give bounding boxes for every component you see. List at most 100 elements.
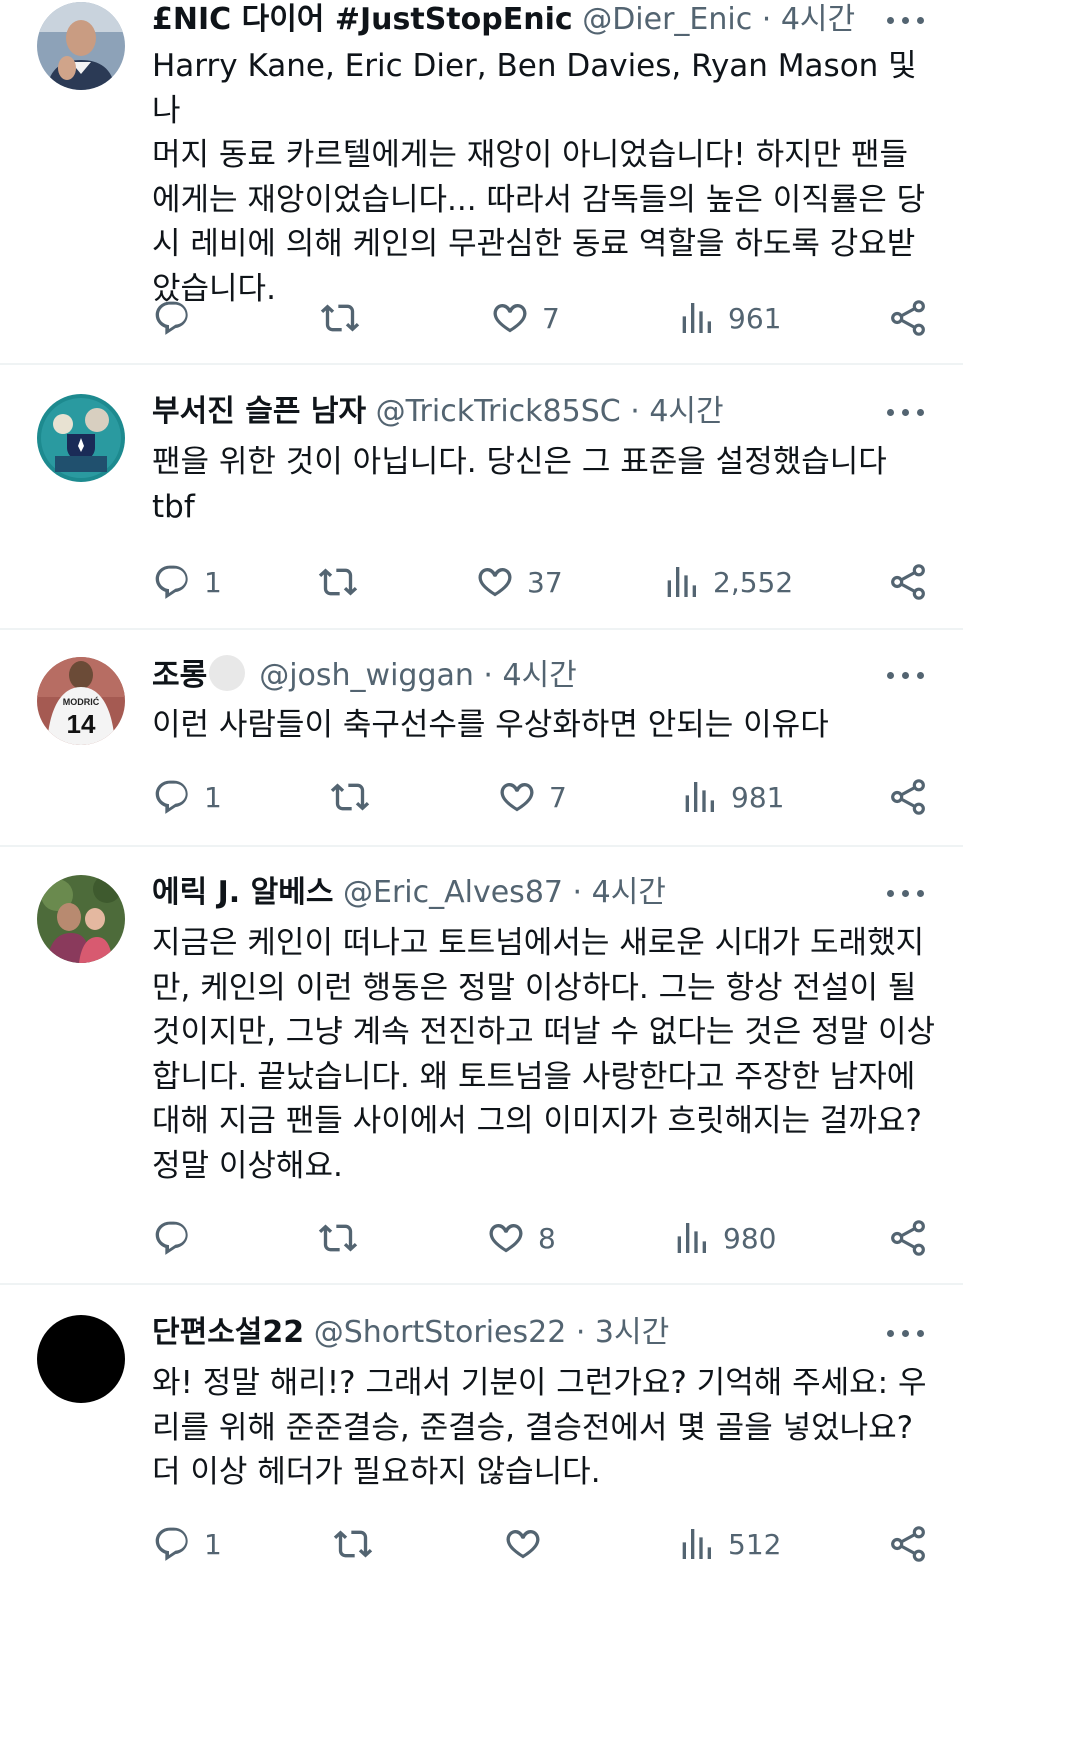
tweet-text: 와! 정말 해리!? 그래서 기분이 그런가요? 기억해 주세요: 우 리를 위… <box>152 1365 927 1490</box>
likes-count: 7 <box>542 301 560 335</box>
avatar[interactable]: MODRIĆ 14 <box>37 657 125 745</box>
retweet-button[interactable] <box>318 1213 370 1263</box>
retweet-icon <box>320 298 360 338</box>
display-name[interactable]: 단편소설22 <box>152 1315 304 1350</box>
separator-dot: · <box>473 658 503 693</box>
user-handle[interactable]: @josh_wiggan <box>259 658 474 693</box>
retweet-icon <box>330 777 370 817</box>
timestamp[interactable]: 4시간 <box>592 875 666 910</box>
views-button[interactable]: 980 <box>671 1213 776 1263</box>
views-icon <box>661 562 701 602</box>
share-icon <box>888 1218 928 1258</box>
reply-button[interactable]: 1 <box>152 557 222 607</box>
timestamp[interactable]: 4시간 <box>649 394 723 429</box>
tweet[interactable]: 에릭 J. 알베스 @Eric_Alves87 · 4시간지금은 케인이 떠나고… <box>0 873 963 1285</box>
avatar[interactable] <box>37 394 125 482</box>
svg-text:14: 14 <box>67 709 96 739</box>
tweet-header: 조롱 @josh_wiggan · 4시간 <box>152 655 923 695</box>
divider <box>0 628 963 630</box>
avatar[interactable] <box>37 875 125 963</box>
divider <box>0 845 963 847</box>
views-count: 2,552 <box>713 565 794 599</box>
reply-button[interactable]: 1 <box>152 772 222 822</box>
views-button[interactable]: 961 <box>676 293 781 343</box>
more-icon[interactable] <box>887 13 925 27</box>
display-name[interactable]: 에릭 J. 알베스 <box>152 875 333 910</box>
retweet-button[interactable] <box>330 772 382 822</box>
timestamp[interactable]: 4시간 <box>781 2 855 37</box>
reply-icon <box>152 298 192 338</box>
reply-button[interactable] <box>152 1213 204 1263</box>
badge-icon <box>209 655 246 691</box>
reply-button[interactable]: 1 <box>152 1519 222 1569</box>
user-handle[interactable]: @TrickTrick85SC <box>376 394 621 429</box>
tweet[interactable]: £NIC 다이어 #JustStopEnic @Dier_Enic · 4시간 H… <box>0 0 963 365</box>
views-icon <box>676 1524 716 1564</box>
views-button[interactable]: 981 <box>679 772 784 822</box>
share-button[interactable] <box>888 1213 928 1263</box>
tweet-header: £NIC 다이어 #JustStopEnic @Dier_Enic · 4시간 <box>152 0 923 40</box>
user-handle[interactable]: @Dier_Enic <box>582 2 752 37</box>
heart-icon <box>486 1218 526 1258</box>
tweet-header: 에릭 J. 알베스 @Eric_Alves87 · 4시간 <box>152 873 923 913</box>
share-icon <box>888 562 928 602</box>
likes-count: 7 <box>549 780 567 814</box>
timestamp[interactable]: 4시간 <box>503 658 577 693</box>
svg-text:MODRIĆ: MODRIĆ <box>63 696 100 707</box>
heart-icon <box>475 562 515 602</box>
tweet[interactable]: 부서진 슬픈 남자 @TrickTrick85SC · 4시간 팬을 위한 것이 … <box>0 392 963 630</box>
display-name[interactable]: £NIC 다이어 #JustStopEnic <box>152 2 573 37</box>
tweet-actions: 1 512 <box>0 1519 963 1569</box>
more-icon[interactable] <box>887 1326 925 1340</box>
tweet-actions: 8 980 <box>0 1213 963 1263</box>
heart-icon <box>503 1524 543 1564</box>
tweet-header: 부서진 슬픈 남자 @TrickTrick85SC · 4시간 <box>152 392 923 432</box>
more-icon[interactable] <box>887 886 925 900</box>
likes-count: 8 <box>538 1221 556 1255</box>
reply-button[interactable] <box>152 293 204 343</box>
share-button[interactable] <box>888 772 928 822</box>
like-button[interactable] <box>503 1519 555 1569</box>
tweet-header: 단편소설22 @ShortStories22 · 3시간 <box>152 1313 923 1353</box>
retweet-button[interactable] <box>318 557 370 607</box>
timestamp[interactable]: 3시간 <box>595 1315 669 1350</box>
more-icon[interactable] <box>887 668 925 682</box>
views-count: 512 <box>728 1527 782 1561</box>
display-name[interactable]: 부서진 슬픈 남자 <box>152 394 366 429</box>
tweet[interactable]: MODRIĆ 14 조롱 @josh_wiggan · 4시간 이런 사람들이 축구… <box>0 655 963 847</box>
heart-icon <box>490 298 530 338</box>
reply-icon <box>152 562 192 602</box>
heart-icon <box>497 777 537 817</box>
display-name[interactable]: 조롱 <box>152 658 207 693</box>
separator-dot: · <box>620 394 650 429</box>
views-button[interactable]: 2,552 <box>661 557 793 607</box>
like-button[interactable]: 7 <box>497 772 567 822</box>
share-button[interactable] <box>888 557 928 607</box>
user-handle[interactable]: @Eric_Alves87 <box>343 875 563 910</box>
divider <box>0 363 963 365</box>
retweet-button[interactable] <box>320 293 372 343</box>
tweet-actions: 7 961 <box>0 293 963 343</box>
like-button[interactable]: 7 <box>490 293 560 343</box>
like-button[interactable]: 8 <box>486 1213 556 1263</box>
share-button[interactable] <box>888 293 928 343</box>
avatar[interactable] <box>37 2 125 90</box>
views-count: 981 <box>731 780 785 814</box>
share-icon <box>888 777 928 817</box>
user-handle[interactable]: @ShortStories22 <box>314 1315 567 1350</box>
replies-count: 1 <box>204 565 222 599</box>
retweet-button[interactable] <box>333 1519 385 1569</box>
views-button[interactable]: 512 <box>676 1519 781 1569</box>
avatar[interactable] <box>37 1315 125 1403</box>
views-icon <box>676 298 716 338</box>
more-icon[interactable] <box>887 405 925 419</box>
tweet-text: 지금은 케인이 떠나고 토트넘에서는 새로운 시대가 도래했지 만, 케인의 이… <box>152 925 936 1184</box>
divider <box>0 1283 963 1285</box>
reply-icon <box>152 1524 192 1564</box>
like-button[interactable]: 37 <box>475 557 563 607</box>
views-icon <box>679 777 719 817</box>
likes-count: 37 <box>527 565 563 599</box>
tweet[interactable]: 단편소설22 @ShortStories22 · 3시간와! 정말 해리!? 그… <box>0 1313 963 1758</box>
share-button[interactable] <box>888 1519 928 1569</box>
replies-count: 1 <box>204 1527 222 1561</box>
